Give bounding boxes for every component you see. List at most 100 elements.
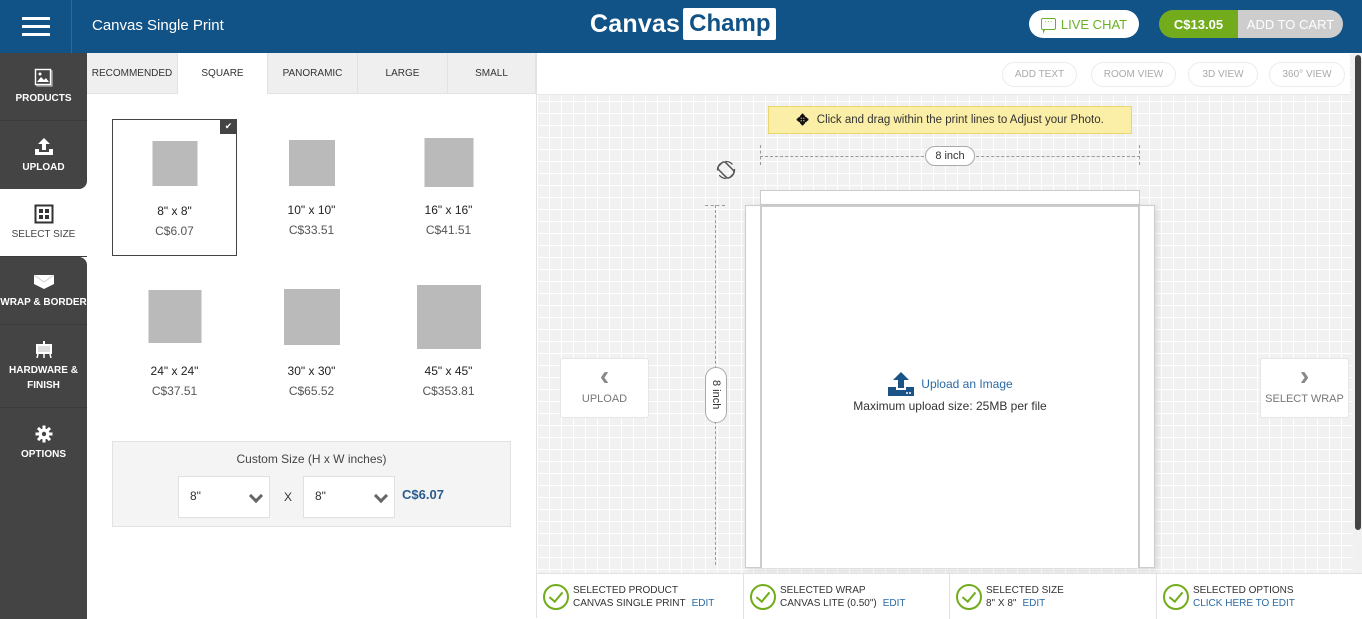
- chevron-right-icon: ›: [1299, 360, 1310, 391]
- size-label: 10" x 10": [287, 203, 336, 217]
- status-title: SELECTED SIZE: [986, 584, 1064, 596]
- chevron-down-icon: [248, 488, 264, 504]
- custom-width-select[interactable]: 8": [303, 476, 395, 518]
- add-text-button[interactable]: ADD TEXT: [1002, 62, 1077, 87]
- custom-size-separator: X: [284, 490, 293, 504]
- prev-upload-button[interactable]: ‹ UPLOAD: [560, 358, 649, 418]
- status-selected-wrap: SELECTED WRAP CANVAS LITE (0.50") EDIT: [744, 574, 950, 619]
- move-arrows-icon: ✥: [796, 112, 809, 129]
- status-value: 8" X 8": [986, 597, 1017, 609]
- width-dimension-tick: [760, 145, 761, 165]
- size-card-8x8[interactable]: ✔ 8" x 8" C$6.07: [112, 119, 237, 256]
- sidebar-item-label: OPTIONS: [20, 448, 66, 460]
- next-button-label: SELECT WRAP: [1265, 393, 1344, 405]
- check-circle-icon: [750, 583, 776, 610]
- gear-icon: [35, 423, 53, 445]
- selection-status-bar: SELECTED PRODUCT CANVAS SINGLE PRINT EDIT…: [537, 573, 1362, 619]
- logo-text-canvas: Canvas: [590, 9, 681, 38]
- height-dimension-label: 8 inch: [705, 367, 727, 423]
- sidebar-item-label: UPLOAD: [22, 161, 65, 173]
- status-value: CANVAS LITE (0.50"): [780, 597, 877, 609]
- size-thumbnail: [288, 140, 335, 186]
- sidebar-group-top: PRODUCTS UPLOAD: [0, 53, 87, 189]
- view-toolbar: ADD TEXT ROOM VIEW 3D VIEW 360° VIEW: [537, 53, 1350, 95]
- size-thumbnail: [148, 290, 201, 343]
- custom-size-title: Custom Size (H x W inches): [236, 452, 387, 466]
- size-label: 16" x 16": [424, 203, 473, 217]
- upload-tray-icon: [888, 372, 915, 396]
- size-card-10x10[interactable]: 10" x 10" C$33.51: [249, 119, 374, 256]
- sidebar: PRODUCTS UPLOAD SELECT SIZE WRAP & BORDE…: [0, 53, 87, 619]
- size-card-30x30[interactable]: 30" x 30" C$65.52: [249, 280, 374, 417]
- status-selected-size: SELECTED SIZE 8" X 8" EDIT: [950, 574, 1157, 619]
- rotate-icon[interactable]: [716, 160, 736, 180]
- live-chat-label: LIVE CHAT: [1060, 16, 1128, 32]
- upload-icon: [33, 136, 55, 158]
- canvaschamp-logo[interactable]: Canvas Champ: [590, 8, 777, 40]
- sidebar-item-label: SELECT SIZE: [11, 229, 76, 240]
- upload-max-size: Maximum upload size: 25MB per file: [853, 399, 1047, 413]
- chat-bubble-icon: ···: [1040, 18, 1056, 34]
- size-card-45x45[interactable]: 45" x 45" C$353.81: [386, 280, 511, 417]
- tab-recommended[interactable]: RECOMMENDED: [87, 53, 178, 94]
- custom-size-box: Custom Size (H x W inches) 8" X 8" C$6.0…: [112, 441, 511, 527]
- canvas-top-edge: [760, 190, 1140, 205]
- size-card-24x24[interactable]: 24" x 24" C$37.51: [112, 280, 237, 417]
- image-stack-icon: [34, 67, 54, 89]
- status-title: SELECTED PRODUCT: [573, 584, 679, 596]
- live-chat-button[interactable]: ··· LIVE CHAT: [1029, 10, 1139, 38]
- sidebar-item-products[interactable]: PRODUCTS: [0, 53, 87, 121]
- custom-height-select[interactable]: 8": [178, 476, 270, 518]
- size-thumbnail: [416, 285, 481, 349]
- tab-panoramic[interactable]: PANORAMIC: [268, 53, 358, 94]
- cart-total: C$13.05: [1159, 10, 1238, 38]
- size-price: C$33.51: [288, 223, 335, 237]
- size-label: 24" x 24": [150, 364, 199, 378]
- sidebar-item-upload[interactable]: UPLOAD: [0, 121, 87, 189]
- grid-icon: [34, 203, 54, 225]
- size-price: C$37.51: [151, 384, 198, 398]
- edit-options-link[interactable]: CLICK HERE TO EDIT: [1193, 598, 1295, 609]
- chevron-left-icon: ‹: [599, 360, 610, 391]
- status-title: SELECTED OPTIONS: [1193, 584, 1294, 596]
- top-bar: Canvas Single Print Canvas Champ ··· LIV…: [0, 0, 1362, 53]
- scrollbar-thumb[interactable]: [1355, 55, 1361, 530]
- upload-image-label: Upload an Image: [921, 377, 1013, 391]
- sidebar-group-bottom: WRAP & BORDER HARDWARE & FINISH OPTIONS: [0, 257, 87, 619]
- edit-size-link[interactable]: EDIT: [1022, 598, 1045, 609]
- prev-button-label: UPLOAD: [581, 393, 628, 405]
- 360-view-button[interactable]: 360° VIEW: [1269, 62, 1345, 87]
- upload-area: Upload an Image Maximum upload size: 25M…: [760, 371, 1140, 413]
- room-view-button[interactable]: ROOM VIEW: [1091, 62, 1176, 87]
- add-to-cart-button[interactable]: ADD TO CART: [1238, 10, 1343, 38]
- size-thumbnail: [152, 141, 197, 186]
- next-select-wrap-button[interactable]: › SELECT WRAP: [1260, 358, 1349, 418]
- envelope-wrap-icon: [33, 271, 55, 293]
- status-selected-options: SELECTED OPTIONS CLICK HERE TO EDIT: [1157, 574, 1362, 619]
- upload-image-link[interactable]: Upload an Image: [760, 371, 1140, 397]
- sidebar-item-label: WRAP & BORDER: [0, 297, 87, 308]
- check-circle-icon: [1163, 583, 1189, 610]
- tab-square[interactable]: SQUARE: [178, 53, 268, 94]
- sidebar-item-select-size[interactable]: SELECT SIZE: [0, 189, 87, 257]
- custom-size-price: C$6.07: [402, 487, 444, 502]
- tab-large[interactable]: LARGE: [358, 53, 448, 94]
- edit-product-link[interactable]: EDIT: [692, 598, 715, 609]
- size-card-16x16[interactable]: 16" x 16" C$41.51: [386, 119, 511, 256]
- check-circle-icon: [543, 583, 569, 610]
- size-tabs: RECOMMENDED SQUARE PANORAMIC LARGE SMALL: [87, 53, 536, 94]
- sidebar-item-label: HARDWARE & FINISH: [9, 365, 78, 391]
- size-thumbnail: [283, 289, 340, 345]
- tab-small[interactable]: SMALL: [448, 53, 536, 94]
- sidebar-item-wrap-border[interactable]: WRAP & BORDER: [0, 257, 87, 325]
- 3d-view-button[interactable]: 3D VIEW: [1188, 62, 1258, 87]
- edit-wrap-link[interactable]: EDIT: [883, 598, 906, 609]
- hamburger-menu-icon[interactable]: [0, 0, 72, 53]
- status-title: SELECTED WRAP: [780, 584, 866, 596]
- sidebar-item-options[interactable]: OPTIONS: [0, 408, 87, 476]
- scrollbar-track[interactable]: [1353, 53, 1362, 618]
- size-thumbnail: [424, 138, 473, 187]
- sidebar-item-hardware-finish[interactable]: HARDWARE & FINISH: [0, 325, 87, 408]
- size-price: C$6.07: [155, 224, 194, 238]
- sidebar-item-label: PRODUCTS: [15, 93, 72, 104]
